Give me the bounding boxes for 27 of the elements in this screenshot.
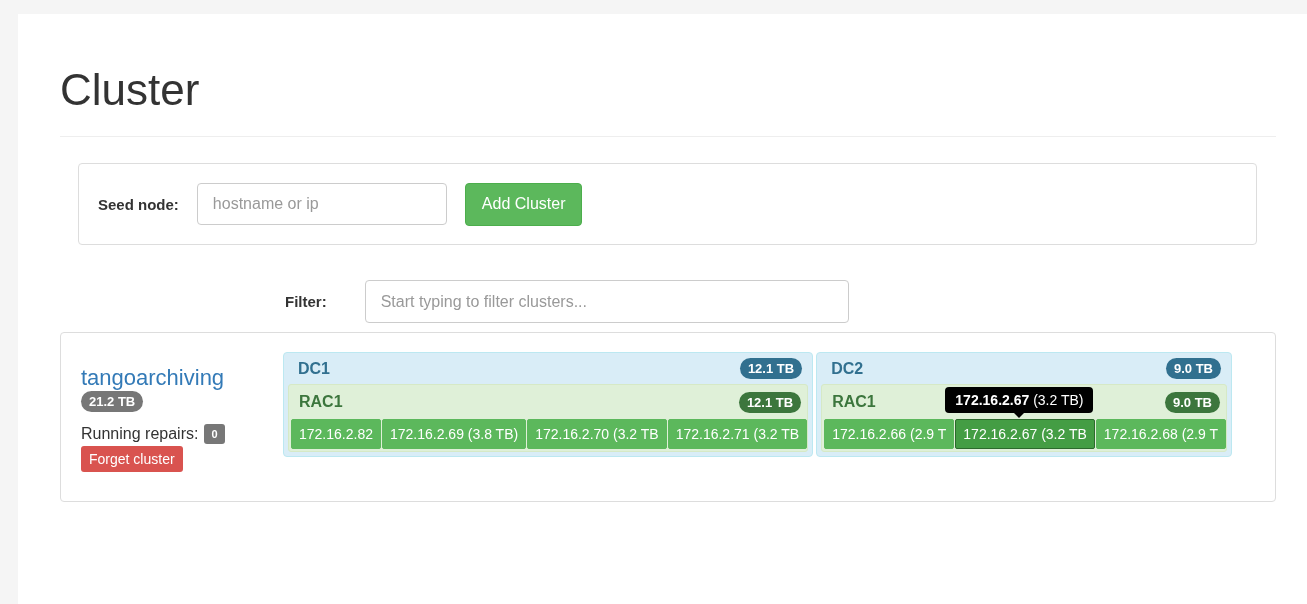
repairs-count-badge: 0 (204, 424, 225, 444)
datacenter-size-badge: 12.1 TB (739, 358, 803, 379)
node-chip[interactable]: 172.16.2.71 (3.2 TB (667, 419, 808, 449)
forget-cluster-button[interactable]: Forget cluster (81, 446, 183, 472)
node-chip[interactable]: 172.16.2.67 (3.2 TB (955, 419, 1095, 449)
filter-label: Filter: (285, 293, 327, 310)
rack-size-badge: 9.0 TB (1164, 391, 1220, 413)
rack-name: RAC1 (299, 393, 343, 411)
seed-node-label: Seed node: (98, 195, 179, 213)
node-chip[interactable]: 172.16.2.70 (3.2 TB (527, 419, 667, 449)
rack-name: RAC1 (832, 393, 876, 411)
rack-size-badge: 12.1 TB (738, 391, 802, 413)
node-tooltip: 172.16.2.67 (3.2 TB) (945, 387, 1094, 418)
datacenter-name: DC2 (831, 359, 864, 378)
cluster-size-badge: 21.2 TB (81, 391, 144, 412)
page-title: Cluster (60, 64, 201, 116)
running-repairs-label: Running repairs: (81, 425, 199, 443)
node-chip[interactable]: 172.16.2.82 (291, 419, 381, 449)
node-chip[interactable]: 172.16.2.68 (2.9 T (1095, 419, 1226, 449)
seed-node-field[interactable]: hostname or ip (196, 183, 447, 225)
node-chip[interactable]: 172.16.2.69 (3.8 TB) (381, 419, 527, 449)
filter-field[interactable]: Start typing to filter clusters... (364, 280, 849, 323)
cluster-name-link[interactable]: tangoarchiving (81, 365, 225, 391)
add-cluster-button[interactable]: Add Cluster (464, 182, 583, 226)
datacenter-size-badge: 9.0 TB (1165, 358, 1221, 379)
datacenter-name: DC1 (298, 359, 330, 378)
node-chip[interactable]: 172.16.2.66 (2.9 T (824, 419, 955, 449)
